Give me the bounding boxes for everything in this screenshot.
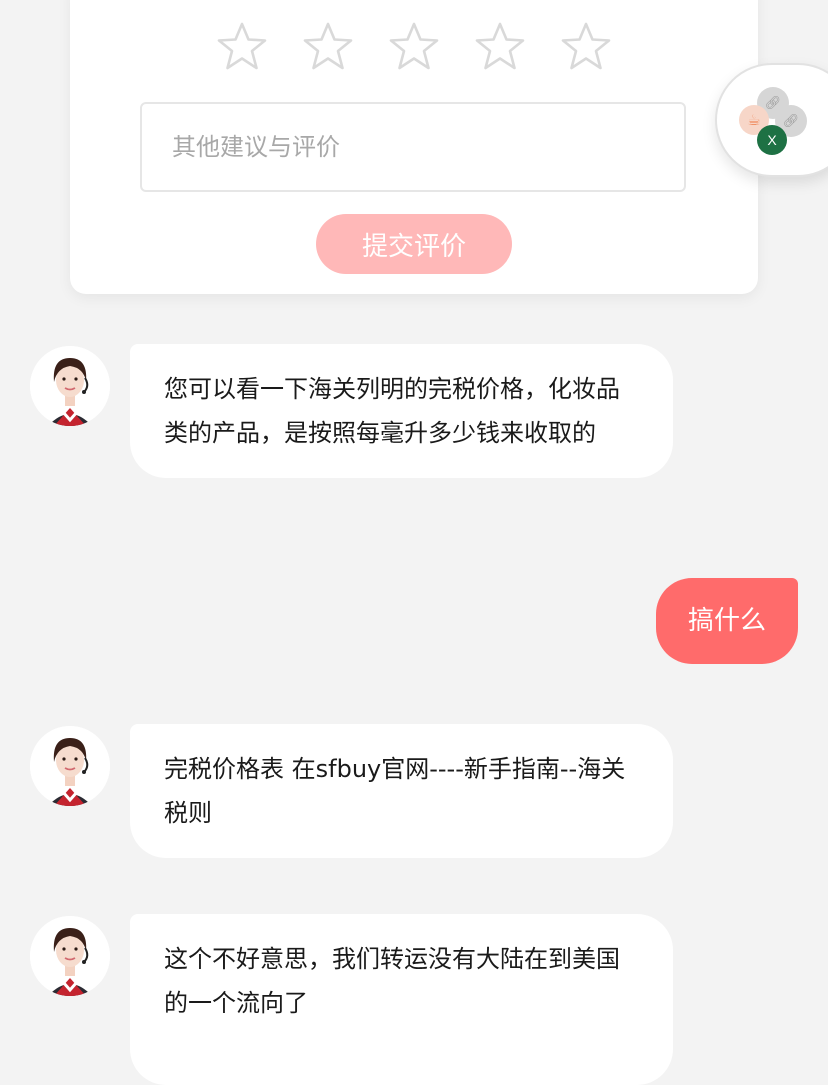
star-rating [70,20,758,74]
rating-card: 提交评价 [70,0,758,294]
user-message-bubble: 搞什么 [655,578,798,664]
star-icon[interactable] [215,20,269,74]
star-icon[interactable] [473,20,527,74]
star-icon[interactable] [559,20,613,74]
agent-avatar [30,346,110,426]
agent-avatar [30,916,110,996]
agent-message-bubble: 这个不好意思，我们转运没有大陆在到美国的一个流向了 [130,914,673,1085]
star-icon[interactable] [301,20,355,74]
agent-message-bubble: 您可以看一下海关列明的完税价格，化妆品类的产品，是按照每毫升多少钱来收取的 [130,344,673,478]
comment-input[interactable] [140,102,686,192]
agent-avatar [30,726,110,806]
excel-icon: X [757,125,787,155]
floating-shortcut-widget[interactable]: 🔗︎ 🔗︎ ☕︎ X [715,63,828,177]
agent-message-bubble: 完税价格表 在sfbuy官网----新手指南--海关税则 [130,724,673,858]
submit-rating-button[interactable]: 提交评价 [316,214,512,274]
star-icon[interactable] [387,20,441,74]
